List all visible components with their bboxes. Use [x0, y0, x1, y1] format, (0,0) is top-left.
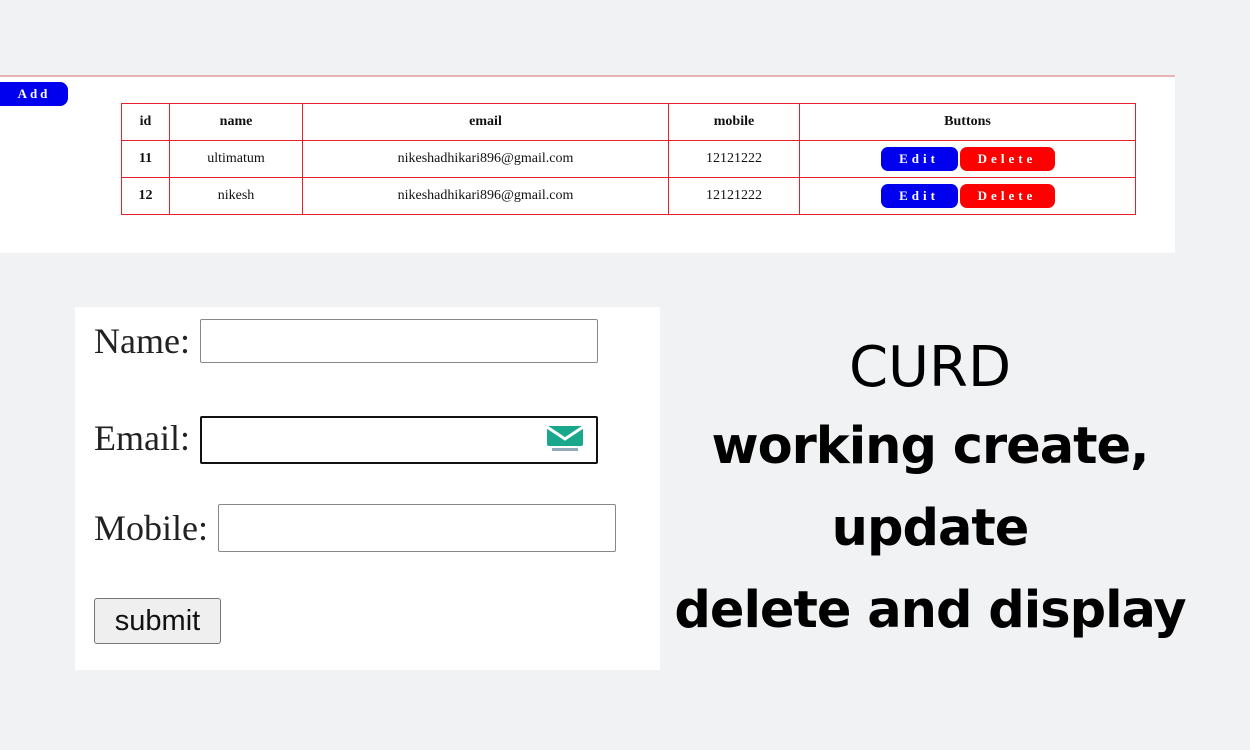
mobile-field-row: Mobile: [94, 504, 616, 552]
email-label: Email: [94, 417, 190, 458]
email-field-row: Email: [94, 412, 598, 464]
headline-line-1: working create, [711, 417, 1149, 476]
headline-title: CURD [848, 335, 1012, 400]
header-id: id [121, 103, 170, 141]
mobile-input[interactable] [218, 504, 616, 552]
header-email: email [302, 103, 669, 141]
table-row: 11 ultimatum nikeshadhikari896@gmail.com… [121, 140, 1136, 178]
delete-button[interactable]: Delete [959, 184, 1055, 208]
cell-name: ultimatum [169, 140, 303, 178]
records-panel: Add id name email mobile Buttons 11 ulti… [0, 75, 1175, 253]
delete-button[interactable]: Delete [959, 147, 1055, 171]
headline: CURD working create, update delete and d… [650, 330, 1210, 652]
cell-email: nikeshadhikari896@gmail.com [302, 140, 669, 178]
cell-mobile: 12121222 [668, 177, 800, 215]
table-header-row: id name email mobile Buttons [121, 103, 1136, 141]
mobile-label: Mobile: [94, 508, 208, 548]
cell-name: nikesh [169, 177, 303, 215]
submit-button[interactable]: submit [94, 598, 221, 644]
add-button[interactable]: Add [0, 82, 68, 106]
header-buttons: Buttons [799, 103, 1136, 141]
users-table: id name email mobile Buttons 11 ultimatu… [121, 103, 1136, 215]
email-input[interactable] [199, 415, 598, 464]
header-mobile: mobile [668, 103, 800, 141]
headline-line-3: delete and display [674, 581, 1186, 640]
name-input[interactable] [199, 319, 598, 363]
name-field-row: Name: [94, 319, 598, 363]
edit-button[interactable]: Edit [880, 147, 958, 171]
cell-buttons: Edit Delete [799, 177, 1136, 215]
email-input-wrapper [199, 412, 598, 464]
headline-line-2: update [831, 499, 1030, 558]
table-row: 12 nikesh nikeshadhikari896@gmail.com 12… [121, 177, 1136, 215]
cell-id: 12 [121, 177, 170, 215]
cell-buttons: Edit Delete [799, 140, 1136, 178]
edit-button[interactable]: Edit [880, 184, 958, 208]
cell-email: nikeshadhikari896@gmail.com [302, 177, 669, 215]
mail-icon[interactable] [546, 420, 584, 451]
name-label: Name: [94, 321, 190, 361]
header-name: name [169, 103, 303, 141]
user-form: Name: Email: Mobile: submit [75, 307, 660, 670]
cell-mobile: 12121222 [668, 140, 800, 178]
cell-id: 11 [121, 140, 170, 178]
